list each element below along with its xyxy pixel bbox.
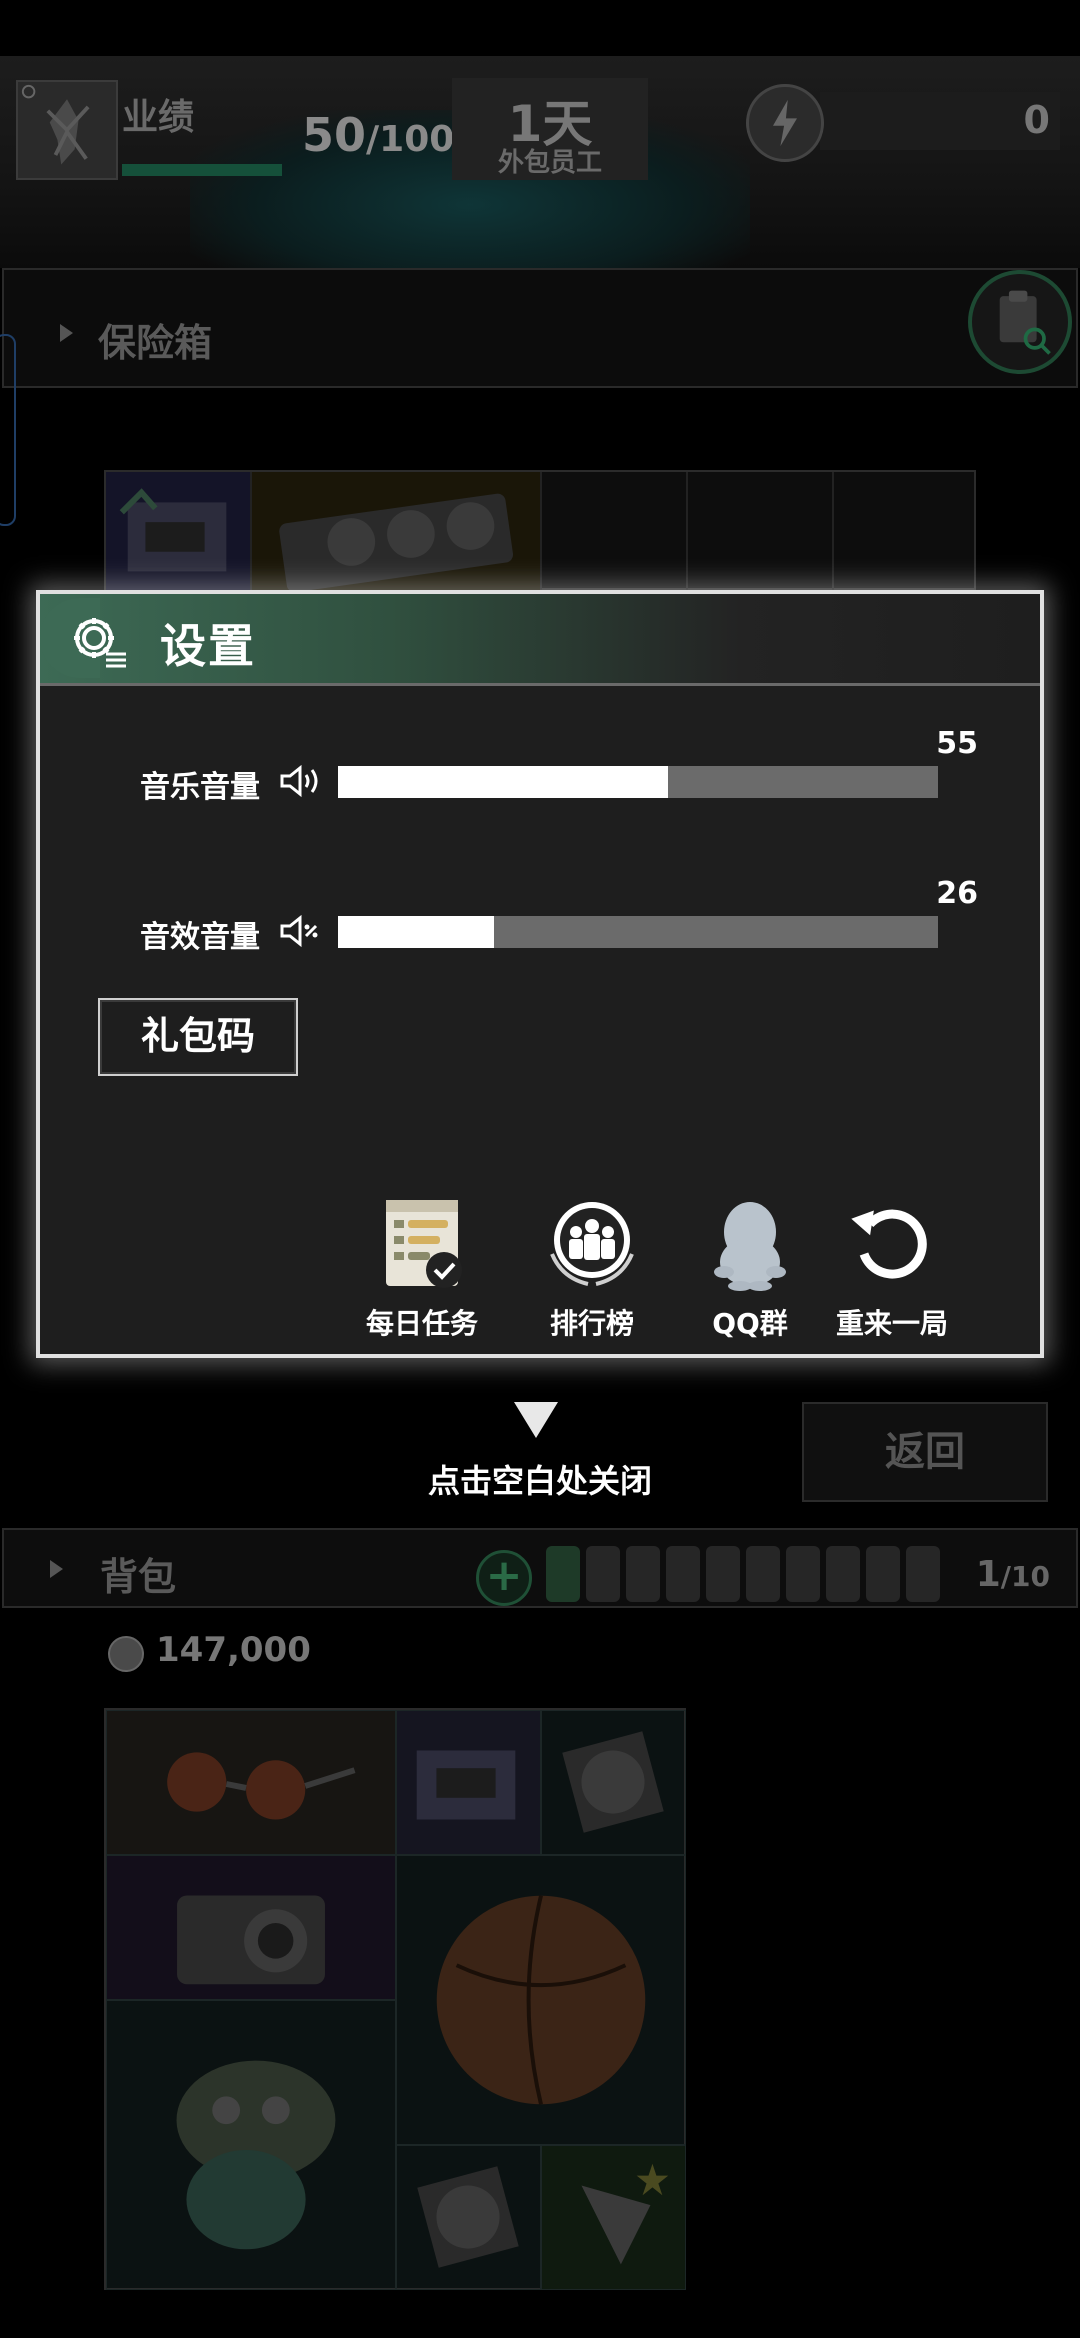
music-volume-fill — [338, 766, 668, 798]
empty-slot-icon — [626, 1546, 660, 1602]
leaderboard-button[interactable]: 排行榜 — [522, 1194, 662, 1342]
daily-tasks-label: 每日任务 — [365, 1307, 478, 1340]
gift-code-button[interactable]: 礼包码 — [98, 998, 298, 1076]
search-clipboard-button[interactable] — [968, 270, 1072, 374]
sfx-volume-label: 音效音量 — [140, 920, 260, 955]
battery-slot-icon — [546, 1546, 580, 1602]
player-avatar[interactable] — [16, 80, 118, 180]
leaderboard-icon — [550, 1202, 634, 1286]
empty-slot-icon — [746, 1546, 780, 1602]
safe-slot[interactable] — [834, 472, 978, 592]
performance-value: 50/100 — [302, 108, 455, 162]
speaker-low-icon[interactable] — [278, 914, 326, 948]
bag-slot[interactable] — [106, 1855, 396, 2000]
day-counter: 1天 外包员工 — [452, 78, 648, 180]
bag-slot[interactable] — [541, 2145, 686, 2290]
frog-character-item-icon — [176, 2060, 336, 2250]
cd-item-icon — [562, 1731, 664, 1833]
cd-item-icon — [417, 2166, 519, 2268]
energy-value: 0 — [1023, 98, 1050, 142]
restart-label: 重来一局 — [835, 1307, 948, 1340]
settings-header: 设置 — [40, 594, 1040, 686]
bag-label: 背包 — [100, 1555, 177, 1599]
music-volume-value: 55 — [936, 726, 978, 761]
camera-item-icon — [177, 1895, 325, 1985]
return-label: 返回 — [885, 1429, 965, 1475]
bag-slot[interactable] — [106, 2000, 396, 2290]
return-button[interactable]: 返回 — [802, 1402, 1048, 1502]
gift-code-label: 礼包码 — [140, 1014, 255, 1058]
settings-gear-icon — [74, 618, 126, 668]
empty-slot-icon — [706, 1546, 740, 1602]
energy-icon[interactable] — [746, 84, 824, 162]
music-volume-slider[interactable] — [338, 766, 938, 798]
status-bar-area — [0, 0, 1080, 56]
settings-dialog: 设置 音乐音量 55 音效音量 26 礼包码 每日任务 排行榜 QQ群 重来一局 — [36, 590, 1044, 1358]
speaker-on-icon[interactable] — [278, 764, 326, 798]
restart-button[interactable]: 重来一局 — [822, 1194, 962, 1342]
character-portrait-icon — [19, 82, 115, 178]
bag-slot[interactable] — [396, 1855, 686, 2145]
empty-slot-icon — [866, 1546, 900, 1602]
add-slot-button[interactable]: + — [476, 1550, 532, 1606]
safe-slot[interactable] — [252, 472, 542, 593]
performance-label: 业绩 — [122, 97, 195, 138]
safe-slot[interactable] — [688, 472, 834, 592]
bag-capacity-slots — [546, 1546, 950, 1602]
sfx-volume-fill — [338, 916, 494, 948]
empty-slot-icon — [786, 1546, 820, 1602]
coin-icon — [108, 1636, 144, 1672]
safe-grid — [104, 470, 978, 593]
restart-icon — [851, 1209, 927, 1279]
tv-item-icon — [119, 488, 227, 572]
performance-bar — [122, 164, 282, 176]
clipboard-search-icon — [999, 290, 1051, 355]
daily-tasks-button[interactable]: 每日任务 — [352, 1194, 492, 1342]
sfx-volume-slider[interactable] — [338, 916, 938, 948]
empty-slot-icon — [826, 1546, 860, 1602]
coin-balance: 147,000 — [156, 1630, 311, 1670]
music-volume-label: 音乐音量 — [140, 770, 260, 805]
bag-slot[interactable] — [106, 1710, 396, 1855]
safe-slot[interactable] — [106, 472, 252, 592]
leaderboard-label: 排行榜 — [549, 1307, 634, 1340]
bag-count: 1/10 — [975, 1554, 1050, 1595]
close-hint-arrow-icon — [514, 1402, 558, 1438]
qq-penguin-icon — [714, 1202, 786, 1291]
bag-grid — [104, 1708, 686, 2290]
graphics-card-item-icon — [279, 493, 514, 593]
expand-arrow-icon — [60, 324, 73, 342]
qq-group-button[interactable]: QQ群 — [680, 1194, 820, 1342]
role-label: 外包员工 — [497, 148, 602, 178]
flag-item-icon — [581, 2163, 669, 2265]
safe-slot[interactable] — [542, 472, 688, 592]
sfx-volume-value: 26 — [936, 876, 978, 911]
daily-tasks-icon — [386, 1200, 462, 1288]
qq-group-label: QQ群 — [712, 1307, 788, 1340]
bag-slot[interactable] — [396, 2145, 541, 2290]
basketball-item-icon — [436, 1895, 646, 2105]
side-tab[interactable] — [0, 334, 16, 526]
bag-slot[interactable] — [541, 1710, 686, 1855]
bag-slot[interactable] — [396, 1710, 541, 1855]
safe-label: 保险箱 — [98, 321, 213, 365]
settings-title: 设置 — [160, 619, 256, 673]
sunglasses-item-icon — [167, 1752, 356, 1820]
empty-slot-icon — [586, 1546, 620, 1602]
empty-slot-icon — [666, 1546, 700, 1602]
tv-item-icon — [416, 1750, 516, 1820]
expand-arrow-icon — [50, 1560, 63, 1578]
empty-slot-icon — [906, 1546, 940, 1602]
